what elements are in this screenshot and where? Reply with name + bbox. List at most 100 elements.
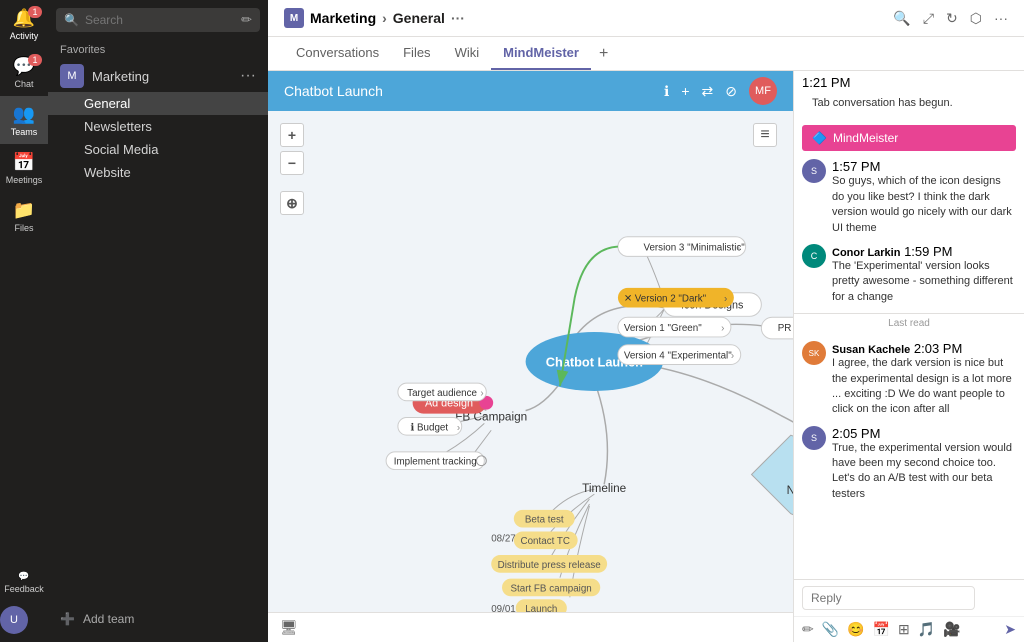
msg-time-6: Susan Kachele 2:03 PM — [832, 341, 962, 356]
search-icon: 🔍 — [64, 13, 79, 27]
main-header: M Marketing › General ··· 🔍 ⤢ ↻ ⬡ ··· — [268, 0, 1024, 37]
popout-icon[interactable]: ⬡ — [970, 10, 982, 27]
team-breadcrumb-icon: M — [284, 8, 304, 28]
mindmap-svg: Chatbot Launch Icon Designs PR Plan Name… — [268, 111, 793, 612]
channel-breadcrumb: General — [393, 10, 445, 26]
search-header-icon[interactable]: 🔍 — [893, 10, 910, 27]
msg-text-6: I agree, the dark version is nice but th… — [832, 356, 1016, 418]
last-read-divider: Last read — [794, 313, 1024, 333]
nav-feedback[interactable]: 💬 Feedback — [0, 558, 48, 606]
svg-text:Implement tracking: Implement tracking — [394, 457, 477, 468]
activity-badge: 1 — [28, 6, 42, 18]
channel-social-media[interactable]: Social Media — [48, 138, 268, 161]
video-icon[interactable]: 🎥 — [943, 621, 960, 638]
schedule-icon[interactable]: 📅 — [873, 621, 890, 638]
svg-text:Version 3 "Minimalistic": Version 3 "Minimalistic" — [643, 242, 745, 253]
sync-icon[interactable]: ⇄ — [702, 83, 714, 100]
system-msg-text: Tab conversation has begun. — [802, 90, 1016, 117]
nav-item-meetings[interactable]: 📅 Meetings — [0, 144, 48, 192]
channel-website[interactable]: Website — [48, 161, 268, 184]
avatar-4: C — [802, 244, 826, 268]
msg-time-4: Conor Larkin 1:59 PM — [832, 244, 952, 259]
main-area: M Marketing › General ··· 🔍 ⤢ ↻ ⬡ ··· Co… — [268, 0, 1024, 642]
options-icon[interactable]: ⊞ — [898, 621, 910, 638]
meetings-icon: 📅 — [13, 152, 35, 173]
msg-time-7: 2:05 PM — [832, 426, 880, 441]
tab-files[interactable]: Files — [391, 37, 442, 70]
block-icon[interactable]: ⊘ — [725, 83, 737, 100]
more-icon[interactable]: ··· — [994, 10, 1008, 26]
avatar-7: S — [802, 426, 826, 450]
msg-time-1: 1:21 PM — [802, 75, 850, 90]
expand-icon[interactable]: ⤢ — [923, 10, 934, 27]
nav-item-files[interactable]: 📁 Files — [0, 192, 48, 240]
files-icon: 📁 — [13, 200, 35, 221]
add-tab-button[interactable]: + — [591, 41, 616, 67]
svg-text:09/01: 09/01 — [491, 604, 516, 612]
mindmeister-icon: 🔷 — [812, 131, 827, 145]
chat-message-7: S 2:05 PM True, the experimental version… — [794, 422, 1024, 507]
mindmeister-banner[interactable]: 🔷 MindMeister — [802, 125, 1016, 151]
svg-text:Target audience: Target audience — [407, 388, 477, 399]
svg-text:Version 4 "Experimental": Version 4 "Experimental" — [624, 351, 732, 362]
emoji-icon[interactable]: 😊 — [847, 621, 864, 638]
attach-icon[interactable]: 📎 — [822, 621, 839, 638]
meetings-label: Meetings — [6, 175, 43, 185]
header-dots[interactable]: ··· — [451, 10, 465, 26]
add-team-button[interactable]: ➕ Add team — [48, 604, 268, 634]
chat-panel: 1:21 PM Tab conversation has begun. 🔷 Mi… — [794, 71, 1024, 642]
tab-conversations[interactable]: Conversations — [284, 37, 391, 70]
chat-message-4: C Conor Larkin 1:59 PM The 'Experimental… — [794, 240, 1024, 309]
team-avatar: M — [60, 64, 84, 88]
activity-label: Activity — [10, 31, 39, 41]
audio-icon[interactable]: 🎵 — [918, 621, 935, 638]
add-icon[interactable]: + — [681, 83, 689, 99]
content-area: Chatbot Launch ℹ + ⇄ ⊘ MF + − ≡ ⊕ — [268, 71, 1024, 642]
mindmap-canvas[interactable]: + − ≡ ⊕ — [268, 111, 793, 612]
channel-newsletters[interactable]: Newsletters — [48, 115, 268, 138]
mindmap-title: Chatbot Launch — [284, 83, 652, 99]
nav-item-teams[interactable]: 👥 Teams — [0, 96, 48, 144]
user-avatar[interactable]: U — [0, 606, 28, 634]
msg-text-4: The 'Experimental' version looks pretty … — [832, 259, 1016, 305]
chat-message-3: S 1:57 PM So guys, which of the icon des… — [794, 155, 1024, 240]
svg-text:08/27: 08/27 — [491, 533, 516, 544]
refresh-icon[interactable]: ↻ — [946, 10, 958, 27]
files-label: Files — [14, 223, 33, 233]
nav-item-chat[interactable]: 💬 1 Chat — [0, 48, 48, 96]
screen-icon: 🖥 — [280, 619, 298, 636]
nav-item-activity[interactable]: 🔔 1 Activity — [0, 0, 48, 48]
msg-text-7: True, the experimental version would hav… — [832, 441, 1016, 503]
tab-wiki[interactable]: Wiki — [443, 37, 492, 70]
format-icon[interactable]: ✏ — [802, 621, 814, 638]
channel-general[interactable]: General — [48, 92, 268, 115]
search-input[interactable] — [85, 13, 235, 27]
svg-text:›: › — [721, 323, 724, 334]
svg-text:Contact TC: Contact TC — [521, 536, 570, 547]
mindmap-toolbar: Chatbot Launch ℹ + ⇄ ⊘ MF — [268, 71, 793, 111]
mindmap-footer: 🖥 — [268, 612, 793, 642]
svg-text:Timeline: Timeline — [582, 482, 626, 495]
header-icons: 🔍 ⤢ ↻ ⬡ ··· — [893, 10, 1008, 27]
add-team-icon: ➕ — [60, 612, 75, 626]
info-icon[interactable]: ℹ — [664, 83, 669, 100]
tab-mindmeister[interactable]: MindMeister — [491, 37, 591, 70]
tabs-bar: Conversations Files Wiki MindMeister + — [268, 37, 1024, 71]
send-button[interactable]: ➤ — [1004, 621, 1016, 638]
msg-time-3: 1:57 PM — [832, 159, 880, 174]
svg-text:›: › — [457, 422, 460, 433]
compose-icon[interactable]: ✏ — [241, 12, 252, 28]
chat-message-6: SK Susan Kachele 2:03 PM I agree, the da… — [794, 337, 1024, 422]
svg-text:ℹ Budget: ℹ Budget — [411, 422, 449, 433]
sidebar-team-marketing[interactable]: M Marketing ··· — [48, 60, 268, 92]
teams-label: Teams — [11, 127, 38, 137]
chat-toolbar: ✏ 📎 😊 📅 ⊞ 🎵 🎥 ➤ — [794, 616, 1024, 642]
chat-input-container — [794, 579, 1024, 616]
breadcrumb: M Marketing › General ··· — [284, 8, 465, 28]
chat-reply-input[interactable] — [802, 586, 975, 610]
team-more-icon[interactable]: ··· — [240, 67, 256, 85]
team-name: Marketing — [92, 69, 232, 84]
chat-messages: 1:21 PM Tab conversation has begun. 🔷 Mi… — [794, 71, 1024, 579]
search-bar[interactable]: 🔍 ✏ — [56, 8, 260, 32]
team-breadcrumb: Marketing — [310, 10, 376, 26]
